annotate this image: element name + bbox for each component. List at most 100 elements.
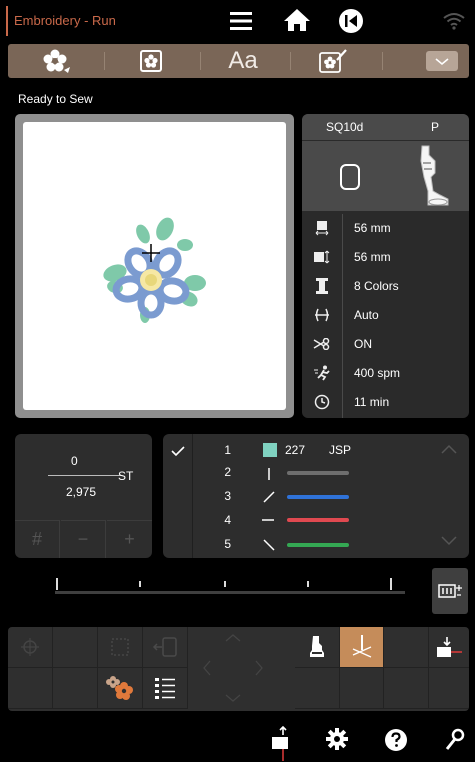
- color-number: 5: [224, 537, 231, 551]
- color-number: 1: [224, 443, 231, 457]
- info-row-speed: 400 spm: [302, 359, 469, 388]
- needle-stop-icon: [350, 634, 374, 660]
- needle-icon: [262, 490, 276, 504]
- stitch-edit-icon: [318, 48, 348, 74]
- chevron-down-icon: [426, 51, 458, 71]
- stitch-unit: ST: [118, 469, 134, 483]
- design-tab[interactable]: [32, 44, 82, 78]
- color-number: 3: [224, 489, 231, 503]
- thread-brand: JSP: [329, 443, 352, 457]
- info-row-time: 11 min: [302, 388, 469, 417]
- home-icon[interactable]: [283, 8, 311, 32]
- embroidery-design: [103, 217, 206, 323]
- thread-line-4: [287, 518, 349, 522]
- info-row-cutter: ON: [302, 330, 469, 359]
- info-header: SQ10d P: [302, 114, 469, 140]
- height-icon: [312, 249, 332, 265]
- color-list-button[interactable]: [143, 668, 188, 709]
- status-text: Ready to Sew: [18, 92, 93, 106]
- color-list-panel: 1 227 JSP 2 3 4 5: [163, 434, 469, 558]
- trace-button[interactable]: [8, 627, 53, 668]
- arrow-left-icon: [203, 660, 211, 676]
- wrench-icon: [444, 728, 466, 752]
- menu-icon[interactable]: [228, 11, 254, 31]
- empty-cell: [384, 627, 429, 668]
- progress-settings-button[interactable]: [432, 568, 468, 614]
- thread-line-2: [287, 471, 349, 475]
- gear-icon: [326, 728, 348, 750]
- plus-icon: +: [124, 529, 135, 549]
- info-row-colors: 8 Colors: [302, 272, 469, 301]
- empty-cell: [8, 668, 53, 709]
- control-grid: [8, 627, 469, 711]
- check-column[interactable]: [163, 434, 193, 558]
- speed-icon: [312, 365, 332, 381]
- stitch-plus-button[interactable]: +: [107, 520, 152, 558]
- exit-embroidery-button[interactable]: [429, 627, 469, 668]
- needle-icon: [265, 467, 273, 481]
- info-row-height: 56 mm: [302, 243, 469, 272]
- color-number: 4: [224, 513, 231, 527]
- info-row-tension: Auto: [302, 301, 469, 330]
- stitch-progress-bar[interactable]: [15, 566, 425, 606]
- info-list: 56 mm 56 mm 8 Colors Auto ON 400 spm 11 …: [302, 214, 469, 418]
- bobbin-icon: [339, 163, 361, 191]
- help-icon: [384, 728, 408, 752]
- trace-icon: [20, 637, 40, 657]
- embroidery-mode-icon: [270, 726, 298, 762]
- presser-foot-up-icon: [307, 635, 327, 659]
- multi-flower-icon: [105, 675, 135, 701]
- back-icon[interactable]: [338, 8, 364, 34]
- speed-value: 400 spm: [354, 366, 401, 380]
- empty-cell: [53, 668, 98, 709]
- thread-line-3: [287, 495, 349, 499]
- flower-icon: [42, 48, 72, 74]
- presser-foot-button[interactable]: [295, 627, 340, 668]
- tension-value: Auto: [354, 308, 379, 322]
- tension-icon: [312, 307, 332, 323]
- info-icons-area: [302, 141, 469, 211]
- time-value: 11 min: [354, 395, 390, 409]
- empty-cell: [295, 668, 340, 709]
- outline-icon: [109, 636, 131, 658]
- empty-cell: [340, 668, 384, 709]
- check-icon: [171, 446, 185, 457]
- arrow-right-icon: [255, 660, 263, 676]
- scroll-up-icon[interactable]: [441, 444, 457, 454]
- presser-foot-icon: [414, 143, 454, 209]
- width-icon: [312, 220, 332, 236]
- directional-pad[interactable]: [188, 627, 278, 709]
- font-tab-label: Aa: [228, 47, 258, 74]
- arrow-down-icon: [225, 694, 241, 702]
- tools-button[interactable]: [444, 728, 466, 752]
- scroll-down-icon[interactable]: [441, 536, 457, 546]
- color-swatch: [263, 443, 277, 457]
- stitch-minus-button[interactable]: −: [61, 520, 106, 558]
- hoop-canvas[interactable]: [23, 122, 286, 410]
- color-sort-button[interactable]: [98, 668, 143, 709]
- font-tab[interactable]: Aa: [218, 44, 268, 78]
- move-hoop-button[interactable]: [143, 627, 188, 668]
- progress-bar-icon: [438, 582, 462, 600]
- outline-button[interactable]: [98, 627, 143, 668]
- info-row-width: 56 mm: [302, 214, 469, 243]
- thread-code: 227: [285, 443, 306, 457]
- color-number: 2: [224, 465, 231, 479]
- stitch-edit-tab[interactable]: [308, 44, 358, 78]
- tab-bar: Aa: [8, 44, 469, 78]
- wifi-icon: [443, 12, 465, 30]
- clock-icon: [312, 394, 332, 410]
- edit-tab[interactable]: [126, 44, 176, 78]
- embroidery-mode-button[interactable]: [270, 726, 298, 762]
- help-button[interactable]: [384, 728, 408, 752]
- dropdown-tab[interactable]: [424, 44, 460, 78]
- settings-button[interactable]: [326, 728, 348, 750]
- height-value: 56 mm: [354, 250, 391, 264]
- presser-foot-letter: P: [431, 120, 440, 134]
- goto-stitch-button[interactable]: #: [15, 520, 60, 558]
- needle-stop-button[interactable]: [340, 627, 384, 668]
- exit-embroidery-icon: [435, 635, 463, 659]
- width-value: 56 mm: [354, 221, 391, 235]
- empty-cell: [429, 668, 469, 709]
- cutter-icon: [312, 336, 332, 352]
